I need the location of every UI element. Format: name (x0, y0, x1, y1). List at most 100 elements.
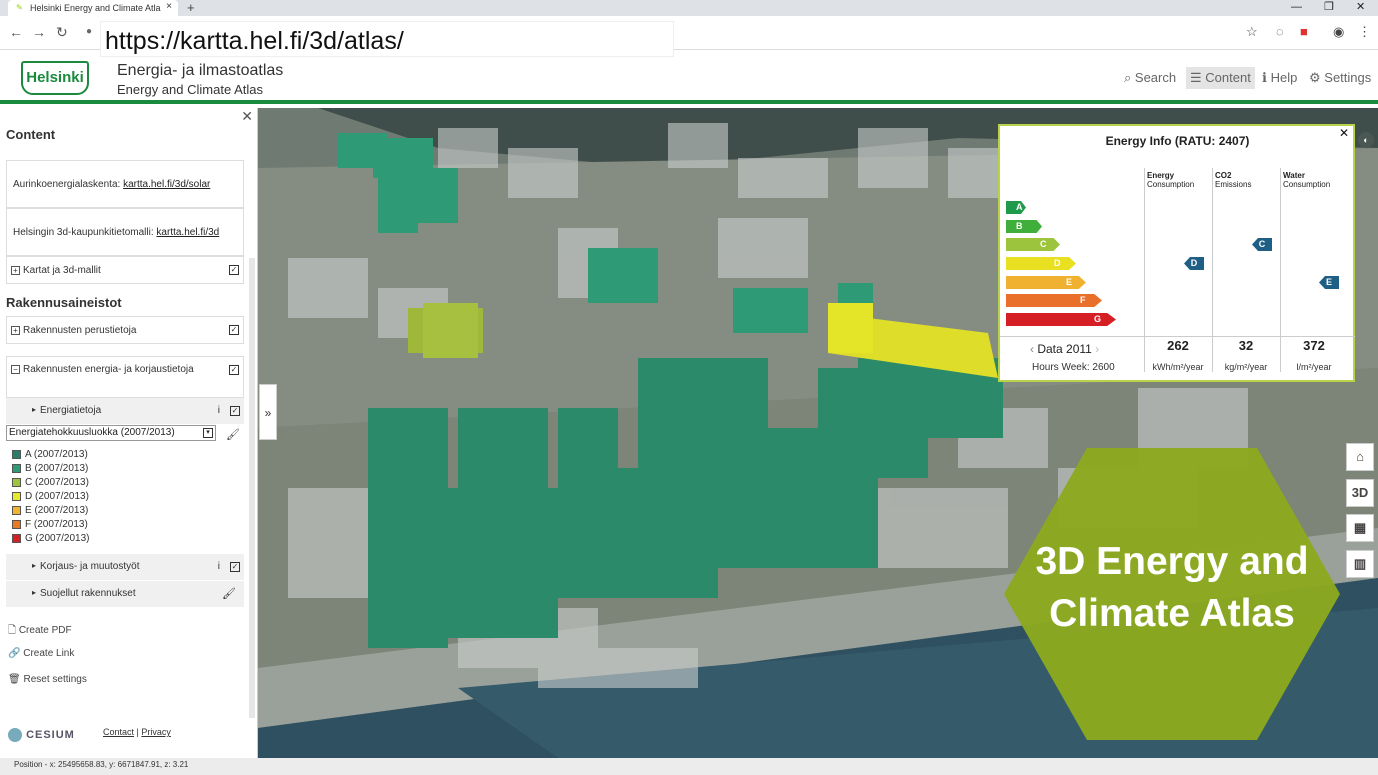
nav-settings[interactable]: ⚙ Settings (1305, 67, 1375, 89)
link-icon: 🔗 (8, 648, 21, 659)
legend-label: A (2007/2013) (25, 449, 88, 460)
energy-class-select[interactable]: Energiatehokkuusluokka (2007/2013) ▾ (6, 425, 216, 441)
panel-heading: Content (6, 127, 56, 142)
position-status: Position - x: 25495658.83, y: 6671847.91… (0, 758, 1378, 775)
class-bar-d: D (1006, 257, 1076, 270)
nav-content[interactable]: ☰ Content (1186, 67, 1255, 89)
water-unit: l/m²/year (1296, 362, 1332, 372)
chevron-right-icon[interactable]: › (1095, 342, 1099, 356)
repair-label: Korjaus- ja muutostyöt (40, 561, 140, 572)
create-pdf-action[interactable]: 🗋 Create PDF (8, 623, 72, 640)
contact-link[interactable]: Contact (103, 727, 134, 737)
privacy-link[interactable]: Privacy (141, 727, 171, 737)
class-bar-a: A (1006, 201, 1026, 214)
extension-icon[interactable]: ◌ (1276, 24, 1284, 40)
panel-close-icon[interactable]: ✕ (241, 108, 253, 125)
co2-unit: kg/m²/year (1224, 362, 1268, 372)
energy-info-popup: Energy Info (RATU: 2407) ✕ Energy Consump… (998, 124, 1355, 382)
nav-search[interactable]: ⌕ Search (1120, 67, 1180, 89)
basemap-button[interactable]: ▥ (1346, 550, 1374, 578)
browser-menu-icon[interactable]: ⋮ (1358, 24, 1371, 40)
window-close-icon[interactable]: ✕ (1356, 0, 1365, 14)
reset-settings-action[interactable]: 🗑 Reset settings (8, 674, 87, 685)
nav-search-label: Search (1134, 70, 1177, 85)
cesium-logo[interactable]: CESIUM (8, 728, 75, 742)
minimize-icon[interactable]: — (1291, 0, 1302, 14)
class-bar-b: B (1006, 220, 1042, 233)
new-tab-button[interactable]: + (187, 0, 195, 15)
panel-footer: CESIUM Contact | Privacy (0, 721, 258, 758)
legend-label: C (2007/2013) (25, 477, 89, 488)
energy-repair-row[interactable]: − Rakennusten energia- ja korjaustietoja … (6, 356, 244, 398)
helsinki-logo[interactable]: Helsinki (21, 61, 89, 95)
col-co2-sub: Emissions (1215, 180, 1252, 189)
popup-close-icon[interactable]: ✕ (1339, 126, 1349, 140)
expand-icon[interactable]: + (11, 325, 20, 335)
compass-icon[interactable]: ◐ (1358, 132, 1374, 148)
panel-scrollbar[interactable] (249, 258, 255, 718)
protected-row[interactable]: ▸ Suojellut rakennukset 🖌 (6, 581, 244, 607)
search-icon: ⌕ (1124, 70, 1132, 85)
app-header: Helsinki Energia- ja ilmastoatlas Energy… (0, 51, 1378, 104)
caret-right-icon: ▸ (32, 561, 37, 570)
row-divider (1000, 336, 1355, 337)
energy-data-row[interactable]: ▸ Energiatietoja i ✓ (6, 398, 244, 424)
solar-link[interactable]: kartta.hel.fi/3d/solar (123, 179, 210, 190)
trash-icon: 🗑 (8, 674, 21, 685)
repair-checkbox[interactable]: ✓ (230, 562, 240, 572)
col-energy-header: Energy Consumption (1147, 171, 1194, 189)
maps-row[interactable]: + Kartat ja 3d-mallit ✓ (6, 256, 244, 284)
info-small-icon[interactable]: i (218, 405, 220, 416)
nav-help[interactable]: ℹ Help (1258, 67, 1301, 89)
back-icon[interactable]: ← (9, 24, 23, 40)
chevron-left-icon[interactable]: ‹ (1030, 342, 1034, 356)
col-energy-title: Energy (1147, 171, 1175, 180)
legend-item: E (2007/2013) (12, 504, 88, 518)
style-brush-icon[interactable]: 🖌 (222, 587, 236, 600)
close-tab-icon[interactable]: × (166, 1, 172, 12)
home-icon: ⌂ (1356, 449, 1364, 464)
basic-info-row[interactable]: + Rakennusten perustietoja ✓ (6, 316, 244, 344)
energy-data-label: Energiatietoja (40, 405, 102, 416)
bookmark-star-icon[interactable]: ☆ (1246, 24, 1258, 40)
maps-checkbox[interactable]: ✓ (229, 265, 239, 275)
create-link-action[interactable]: 🔗 Create Link (8, 648, 74, 659)
legend-swatch (12, 505, 21, 515)
energy-data-checkbox[interactable]: ✓ (230, 406, 240, 416)
3d-toggle-button[interactable]: 3D (1346, 479, 1374, 507)
url-input[interactable]: https://kartta.hel.fi/3d/atlas/ (100, 21, 674, 57)
info-small-icon[interactable]: i (218, 561, 220, 572)
water-value: 372 (1303, 338, 1325, 353)
map-icon: ▥ (1353, 556, 1367, 571)
basic-info-label: Rakennusten perustietoja (23, 325, 137, 336)
style-brush-icon[interactable]: 🖌 (226, 428, 240, 441)
expand-icon[interactable]: + (11, 265, 20, 275)
office-extension-icon[interactable]: ■ (1300, 24, 1308, 40)
home-button[interactable]: ⌂ (1346, 443, 1374, 471)
browser-tab-bar: ✎ Helsinki Energy and Climate Atla × + —… (0, 0, 1378, 16)
hours-week: Hours Week: 2600 (1032, 362, 1115, 373)
browser-tab[interactable]: ✎ Helsinki Energy and Climate Atla × (8, 0, 178, 16)
col-energy-sub: Consumption (1147, 180, 1195, 189)
favicon-icon: ✎ (16, 3, 23, 12)
panel-expand-button[interactable]: » (259, 384, 277, 440)
city-model-link[interactable]: kartta.hel.fi/3d (156, 227, 219, 238)
footer-links: Contact | Privacy (103, 727, 171, 737)
reload-icon[interactable]: ↻ (56, 24, 68, 40)
grid-button[interactable]: ▦ (1346, 514, 1374, 542)
data-year-nav: ‹ Data 2011 › (1030, 342, 1099, 356)
class-bar-f: F (1006, 294, 1102, 307)
tab-title: Helsinki Energy and Climate Atla (30, 3, 161, 13)
basic-info-checkbox[interactable]: ✓ (229, 325, 239, 335)
col-co2-header: CO2 Emissions (1215, 171, 1251, 189)
col-water-header: Water Consumption (1283, 171, 1330, 189)
energy-repair-checkbox[interactable]: ✓ (229, 365, 239, 375)
collapse-icon[interactable]: − (11, 364, 20, 374)
dropdown-icon[interactable]: ▾ (203, 428, 213, 438)
profile-icon[interactable]: ◉ (1333, 24, 1344, 40)
maximize-icon[interactable]: ❐ (1324, 0, 1334, 14)
repair-row[interactable]: ▸ Korjaus- ja muutostyöt i ✓ (6, 554, 244, 580)
legend-swatch (12, 449, 21, 459)
menu-icon: ☰ (1190, 70, 1202, 85)
forward-icon[interactable]: → (32, 24, 46, 40)
